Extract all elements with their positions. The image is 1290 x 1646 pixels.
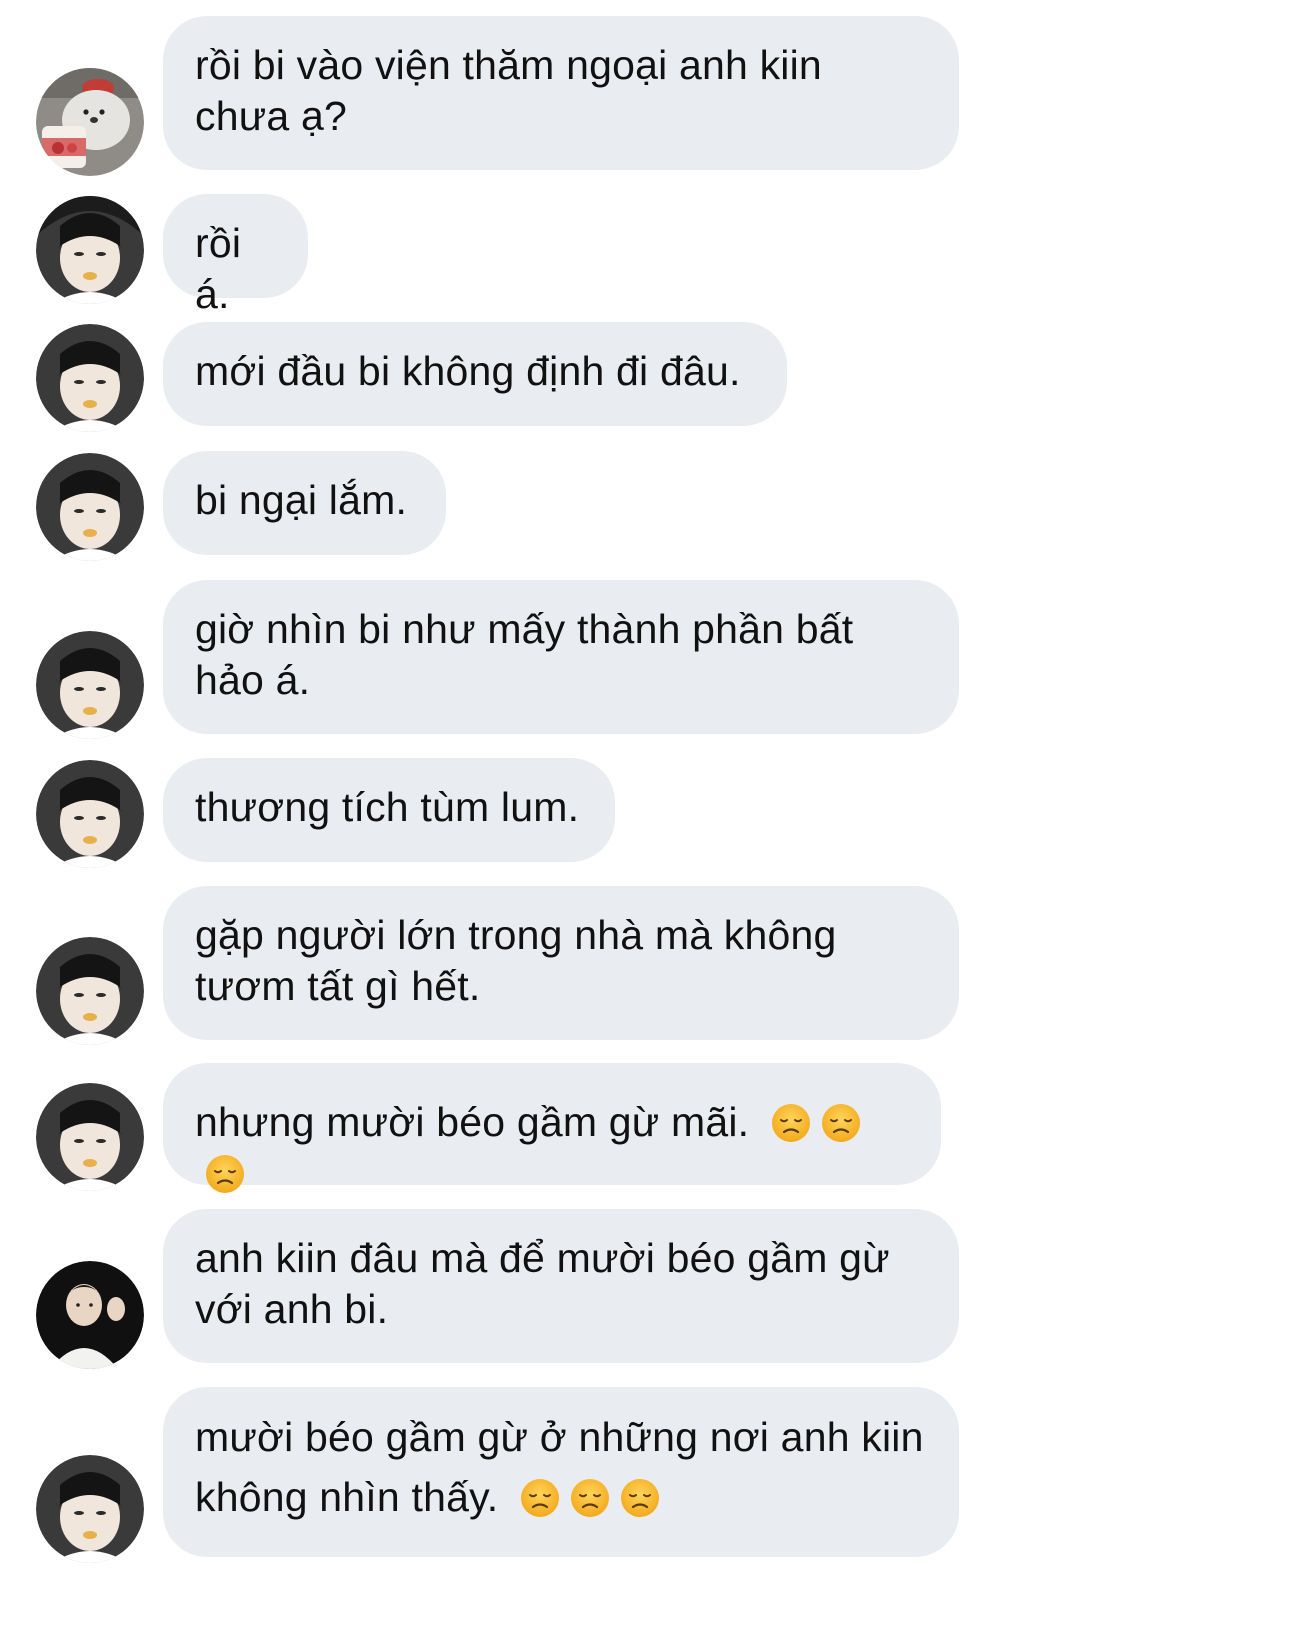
bear-avatar[interactable] [36, 68, 144, 176]
message-bubble[interactable]: rồi á. [163, 194, 308, 317]
disappointed-face-icon [620, 1478, 660, 1518]
message-bubble[interactable]: mới đầu bi không định đi đâu. [163, 322, 787, 426]
message-bubble[interactable]: thương tích tùm lum. [163, 758, 615, 862]
disappointed-face-icon [520, 1478, 560, 1518]
message-bubble[interactable]: nhưng mười béo gầm gừ mãi. [163, 1063, 941, 1193]
bi-avatar[interactable] [36, 631, 144, 739]
message-bubble[interactable]: gặp người lớn trong nhà mà không tươm tấ… [163, 886, 959, 1040]
message-text: mới đầu bi không định đi đâu. [195, 348, 741, 394]
message-text: gặp người lớn trong nhà mà không tươm tấ… [195, 912, 837, 1009]
bi-avatar[interactable] [36, 1083, 144, 1191]
disappointed-face-icon [771, 1103, 811, 1143]
message-bubble[interactable]: anh kiin đâu mà để mười béo gầm gừ với a… [163, 1209, 959, 1363]
message-bubble[interactable]: giờ nhìn bi như mấy thành phần bất hảo á… [163, 580, 959, 734]
bi-avatar[interactable] [36, 1455, 144, 1563]
bi-avatar[interactable] [36, 324, 144, 432]
message-bubble[interactable]: bi ngại lắm. [163, 451, 446, 555]
disappointed-face-icon [205, 1154, 245, 1194]
bi-avatar[interactable] [36, 196, 144, 304]
message-text: thương tích tùm lum. [195, 784, 580, 830]
message-text: rồi bi vào viện thăm ngoại anh kiin chưa… [195, 42, 822, 139]
message-bubble[interactable]: mười béo gầm gừ ở những nơi anh kiin khô… [163, 1387, 959, 1557]
message-text: rồi á. [195, 220, 253, 317]
bi-avatar[interactable] [36, 453, 144, 561]
bi-avatar[interactable] [36, 760, 144, 868]
disappointed-face-icon [570, 1478, 610, 1518]
kiin-avatar[interactable] [36, 1261, 144, 1369]
message-text: giờ nhìn bi như mấy thành phần bất hảo á… [195, 606, 854, 703]
message-text: anh kiin đâu mà để mười béo gầm gừ với a… [195, 1235, 890, 1332]
emoji-group [510, 1474, 660, 1520]
message-text: bi ngại lắm. [195, 477, 408, 523]
message-text: nhưng mười béo gầm gừ mãi. [195, 1099, 750, 1145]
chat-thread: rồi bi vào viện thăm ngoại anh kiin chưa… [0, 0, 1290, 1646]
disappointed-face-icon [821, 1103, 861, 1143]
bi-avatar[interactable] [36, 937, 144, 1045]
message-bubble[interactable]: rồi bi vào viện thăm ngoại anh kiin chưa… [163, 16, 959, 170]
